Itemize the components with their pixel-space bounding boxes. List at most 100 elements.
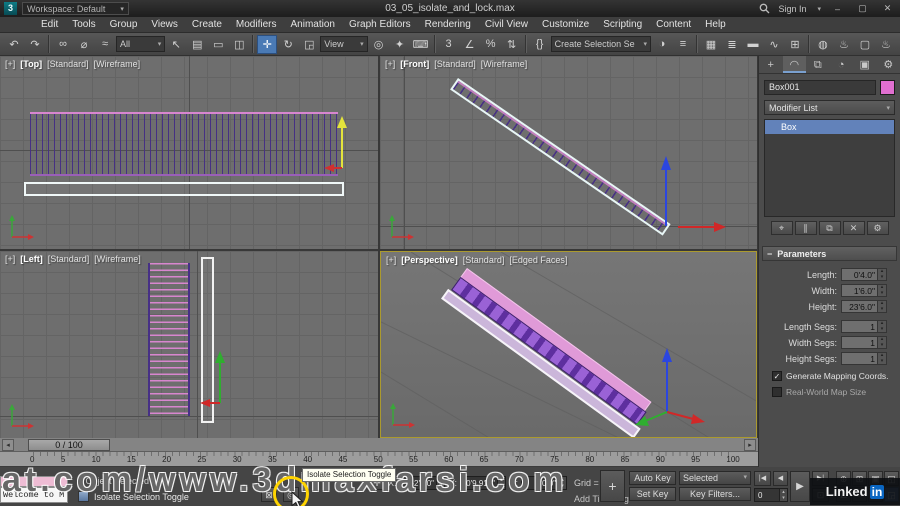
selected-box-top-view[interactable]: [24, 182, 344, 196]
height-field[interactable]: 23'6.0" ▴ ▾: [841, 300, 887, 313]
undo-button[interactable]: ↶: [4, 35, 24, 54]
rectangular-selection-region-button[interactable]: ▭: [208, 35, 228, 54]
height-segs-field[interactable]: 1 ▴ ▾: [841, 352, 887, 365]
frame-spinner[interactable]: ▴ ▾: [779, 489, 787, 501]
play-button[interactable]: ▶: [790, 471, 810, 502]
selection-filter-dropdown[interactable]: All ▾: [116, 36, 166, 52]
viewport-style-label[interactable]: [Standard]: [48, 254, 90, 264]
width-segs-field[interactable]: 1 ▴ ▾: [841, 336, 887, 349]
workspace-dropdown[interactable]: Workspace: Default ▾: [22, 2, 129, 15]
width-segs-spinner[interactable]: ▴ ▾: [877, 336, 886, 348]
menu-item-rendering[interactable]: Rendering: [418, 19, 478, 30]
auto-key-button[interactable]: Auto Key: [629, 471, 676, 485]
y-spinner[interactable]: ▴ ▾: [497, 477, 505, 489]
menu-item-graph-editors[interactable]: Graph Editors: [342, 19, 418, 30]
maxscript-mini-listener[interactable]: Welcome to M: [0, 487, 68, 503]
unlink-selection-button[interactable]: ⌀: [74, 35, 94, 54]
material-editor-button[interactable]: ◍: [813, 35, 833, 54]
angle-snap-toggle[interactable]: ∠: [460, 35, 480, 54]
parameters-rollout-header[interactable]: − Parameters: [762, 246, 897, 261]
menu-item-tools[interactable]: Tools: [65, 19, 102, 30]
width-spinner[interactable]: ▴ ▾: [877, 284, 886, 296]
select-and-rotate-button[interactable]: ↻: [278, 35, 298, 54]
tab-motion[interactable]: ◔: [830, 56, 854, 73]
tab-display[interactable]: ▣: [853, 56, 877, 73]
mirror-button[interactable]: ◑: [652, 35, 672, 54]
checkbox-real-world-map[interactable]: [772, 387, 782, 397]
selection-set-filter-dropdown[interactable]: Selected ▾: [679, 471, 751, 485]
set-key-mode-button[interactable]: +: [600, 470, 625, 502]
toggle-scene-explorer-button[interactable]: ▦: [701, 35, 721, 54]
key-filters-button[interactable]: Key Filters...: [679, 487, 751, 501]
configure-modifier-sets-button[interactable]: ⚙: [866, 221, 889, 235]
show-end-result-button[interactable]: ∥: [794, 221, 817, 235]
bind-to-space-warp-button[interactable]: ≈: [95, 35, 115, 54]
menu-item-customize[interactable]: Customize: [535, 19, 596, 30]
menu-item-views[interactable]: Views: [144, 19, 185, 30]
menu-item-group[interactable]: Group: [103, 19, 145, 30]
curve-editor-button[interactable]: ∿: [764, 35, 784, 54]
stairs-top-view[interactable]: [30, 112, 338, 176]
length-segs-field[interactable]: 1 ▴ ▾: [841, 320, 887, 333]
named-selection-sets-dropdown[interactable]: Create Selection Se ▾: [550, 36, 651, 52]
time-slider-handle[interactable]: 0 / 100: [28, 439, 110, 451]
remove-modifier-button[interactable]: ✕: [842, 221, 865, 235]
viewport-name-label[interactable]: [Top]: [20, 59, 42, 69]
viewport-name-label[interactable]: [Left]: [20, 254, 43, 264]
menu-item-animation[interactable]: Animation: [283, 19, 341, 30]
toggle-layer-explorer-button[interactable]: ≣: [722, 35, 742, 54]
viewport-style-label[interactable]: [Standard]: [47, 59, 89, 69]
viewport-style-label[interactable]: [Standard]: [463, 255, 505, 265]
viewport-shading-label[interactable]: [Wireframe]: [94, 59, 141, 69]
viewport-front[interactable]: [+] [Front] [Standard] [Wireframe]: [380, 56, 757, 249]
close-button[interactable]: ✕: [879, 3, 896, 14]
tab-hierarchy[interactable]: ⧉: [806, 56, 830, 73]
menu-item-help[interactable]: Help: [698, 19, 733, 30]
track-bar[interactable]: ◂ 0 / 100 ▸: [0, 438, 758, 452]
schematic-view-button[interactable]: ⊞: [785, 35, 805, 54]
render-setup-button[interactable]: ♨: [834, 35, 854, 54]
previous-frame-button[interactable]: ◀: [773, 471, 788, 486]
percent-snap-toggle[interactable]: %: [481, 35, 501, 54]
select-object-button[interactable]: ↖: [166, 35, 186, 54]
height-segs-spinner[interactable]: ▴ ▾: [877, 352, 886, 364]
maximize-button[interactable]: ▢: [854, 3, 871, 14]
keyboard-shortcut-override-toggle[interactable]: ⌨: [411, 35, 431, 54]
select-and-link-button[interactable]: ∞: [53, 35, 73, 54]
object-name-field[interactable]: Box001: [764, 80, 876, 95]
tab-create[interactable]: +: [759, 56, 783, 73]
use-pivot-center-button[interactable]: ◎: [369, 35, 389, 54]
z-spinner[interactable]: ▴ ▾: [558, 477, 566, 489]
move-gizmo[interactable]: [322, 114, 362, 172]
checkbox-generate-mapping[interactable]: ✓: [772, 371, 782, 381]
edit-named-selection-sets-button[interactable]: {}: [530, 35, 550, 54]
stairs-left-view[interactable]: [148, 263, 190, 416]
menu-item-edit[interactable]: Edit: [34, 19, 65, 30]
timeline-ruler[interactable]: 0 5 10 15 20 25 30 35 40 45 50 55 60 65 …: [0, 452, 758, 467]
viewport-name-label[interactable]: [Front]: [400, 59, 429, 69]
viewport-shading-label[interactable]: [Wireframe]: [94, 254, 141, 264]
viewport-perspective[interactable]: [+] [Perspective] [Standard] [Edged Face…: [380, 251, 757, 438]
viewport-menu-button[interactable]: [+]: [386, 255, 396, 265]
height-spinner[interactable]: ▴ ▾: [877, 300, 886, 312]
modifier-list-dropdown[interactable]: Modifier List ▾: [764, 100, 895, 115]
rendered-frame-window-button[interactable]: ▢: [855, 35, 875, 54]
redo-button[interactable]: ↷: [25, 35, 45, 54]
menu-item-scripting[interactable]: Scripting: [596, 19, 649, 30]
sign-in-button[interactable]: Sign In: [778, 4, 806, 14]
menu-item-content[interactable]: Content: [649, 19, 698, 30]
snaps-toggle[interactable]: 3: [439, 35, 459, 54]
move-gizmo[interactable]: [631, 344, 707, 428]
toggle-ribbon-button[interactable]: ▬: [743, 35, 763, 54]
macro-recorder-strip[interactable]: [0, 476, 68, 487]
go-to-start-button[interactable]: |◀: [754, 471, 771, 486]
viewport-left[interactable]: [+] [Left] [Standard] [Wireframe]: [0, 251, 378, 438]
width-field[interactable]: 1'6.0" ▴ ▾: [841, 284, 887, 297]
y-coordinate-field[interactable]: -0'9.917" ▴ ▾: [460, 476, 506, 490]
viewport-menu-button[interactable]: [+]: [385, 59, 395, 69]
render-production-button[interactable]: ♨: [876, 35, 896, 54]
select-and-scale-button[interactable]: ◲: [299, 35, 319, 54]
select-and-move-button[interactable]: ✛: [257, 34, 278, 54]
make-unique-button[interactable]: ⧉: [818, 221, 841, 235]
spinner-snap-toggle[interactable]: ⇅: [502, 35, 522, 54]
